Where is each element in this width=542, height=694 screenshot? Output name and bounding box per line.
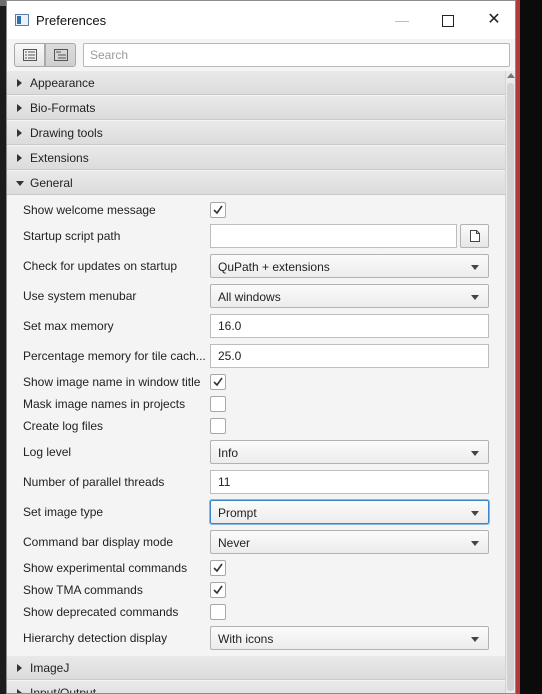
close-button[interactable]: ✕ — [471, 1, 515, 39]
hierarchy-select[interactable]: With icons — [210, 626, 489, 650]
select-value: All windows — [218, 290, 281, 304]
mask-names-label: Mask image names in projects — [23, 397, 186, 411]
preferences-toolbar — [7, 39, 515, 71]
checkmark-icon — [213, 205, 223, 215]
category-label: Drawing tools — [30, 126, 103, 140]
category-label: Extensions — [30, 151, 89, 165]
list-icon — [23, 49, 37, 61]
log-files-checkbox[interactable] — [210, 418, 226, 434]
title-bar[interactable]: Preferences — ✕ — [7, 1, 515, 39]
select-value: Prompt — [218, 506, 257, 520]
tma-label: Show TMA commands — [23, 583, 143, 597]
search-input[interactable] — [83, 43, 510, 67]
deprecated-checkbox[interactable] — [210, 604, 226, 620]
preferences-window: Preferences — ✕ Appearance — [6, 0, 516, 694]
category-general[interactable]: General — [7, 171, 505, 195]
chevron-down-icon — [471, 541, 479, 546]
categorized-view-button[interactable] — [14, 43, 45, 67]
log-level-select[interactable]: Info — [210, 440, 489, 464]
scrollbar-thumb[interactable] — [507, 83, 514, 691]
category-label: Input/Output — [30, 686, 97, 694]
tree-list-icon — [54, 49, 68, 61]
show-image-name-label: Show image name in window title — [23, 375, 201, 389]
tile-cache-field[interactable]: 25.0 — [210, 344, 489, 368]
minimize-icon: — — [395, 12, 409, 28]
category-drawing-tools[interactable]: Drawing tools — [7, 121, 505, 145]
scroll-up-icon[interactable] — [507, 73, 515, 78]
chevron-right-icon — [17, 104, 22, 112]
select-value: Never — [218, 536, 251, 550]
chevron-down-icon — [471, 265, 479, 270]
category-label: General — [30, 176, 73, 190]
category-label: ImageJ — [30, 661, 70, 675]
category-appearance[interactable]: Appearance — [7, 71, 505, 95]
alphabetical-view-button[interactable] — [45, 43, 76, 67]
category-extensions[interactable]: Extensions — [7, 146, 505, 170]
show-welcome-label: Show welcome message — [23, 203, 156, 217]
show-image-name-checkbox[interactable] — [210, 374, 226, 390]
checkmark-icon — [213, 563, 223, 573]
image-type-label: Set image type — [23, 505, 104, 519]
threads-field[interactable]: 11 — [210, 470, 489, 494]
preferences-content: Appearance Bio-Formats Drawing tools Ext… — [7, 71, 505, 694]
tma-checkbox[interactable] — [210, 582, 226, 598]
category-label: Bio-Formats — [30, 101, 96, 115]
close-icon: ✕ — [487, 11, 501, 28]
startup-script-label: Startup script path — [23, 229, 121, 243]
threads-label: Number of parallel threads — [23, 475, 165, 489]
app-icon — [15, 14, 29, 26]
checkmark-icon — [213, 377, 223, 387]
chevron-right-icon — [17, 664, 22, 672]
command-bar-select[interactable]: Never — [210, 530, 489, 554]
chevron-down-icon — [471, 637, 479, 642]
choose-file-button[interactable] — [460, 224, 489, 248]
chevron-right-icon — [17, 79, 22, 87]
select-value: With icons — [218, 632, 274, 646]
file-icon — [470, 230, 480, 242]
select-value: QuPath + extensions — [218, 260, 330, 274]
mask-names-checkbox[interactable] — [210, 396, 226, 412]
system-menubar-select[interactable]: All windows — [210, 284, 489, 308]
chevron-down-icon — [471, 511, 479, 516]
check-updates-select[interactable]: QuPath + extensions — [210, 254, 489, 278]
chevron-down-icon — [471, 451, 479, 456]
deprecated-label: Show deprecated commands — [23, 605, 179, 619]
select-value: Info — [218, 446, 239, 460]
system-menubar-label: Use system menubar — [23, 289, 137, 303]
category-bio-formats[interactable]: Bio-Formats — [7, 96, 505, 120]
max-memory-field[interactable]: 16.0 — [210, 314, 489, 338]
maximize-button[interactable] — [425, 1, 471, 39]
check-updates-label: Check for updates on startup — [23, 259, 178, 273]
minimize-button[interactable]: — — [379, 1, 425, 39]
background-accent-edge — [516, 0, 520, 694]
window-title: Preferences — [36, 13, 107, 28]
experimental-checkbox[interactable] — [210, 560, 226, 576]
max-memory-label: Set max memory — [23, 319, 114, 333]
startup-script-field[interactable] — [210, 224, 457, 248]
checkmark-icon — [213, 585, 223, 595]
tile-cache-label: Percentage memory for tile cach... — [23, 349, 206, 363]
image-type-select[interactable]: Prompt — [210, 500, 489, 524]
maximize-icon — [442, 14, 454, 27]
command-bar-label: Command bar display mode — [23, 535, 174, 549]
experimental-label: Show experimental commands — [23, 561, 188, 575]
chevron-down-icon — [471, 295, 479, 300]
category-imagej[interactable]: ImageJ — [7, 656, 505, 680]
show-welcome-checkbox[interactable] — [210, 202, 226, 218]
chevron-right-icon — [17, 129, 22, 137]
category-label: Appearance — [30, 76, 95, 90]
hierarchy-label: Hierarchy detection display — [23, 631, 168, 645]
chevron-down-icon — [16, 181, 24, 186]
log-files-label: Create log files — [23, 419, 104, 433]
chevron-right-icon — [17, 689, 22, 693]
chevron-right-icon — [17, 154, 22, 162]
vertical-scrollbar[interactable] — [505, 71, 515, 693]
category-input-output[interactable]: Input/Output — [7, 681, 505, 694]
log-level-label: Log level — [23, 445, 72, 459]
